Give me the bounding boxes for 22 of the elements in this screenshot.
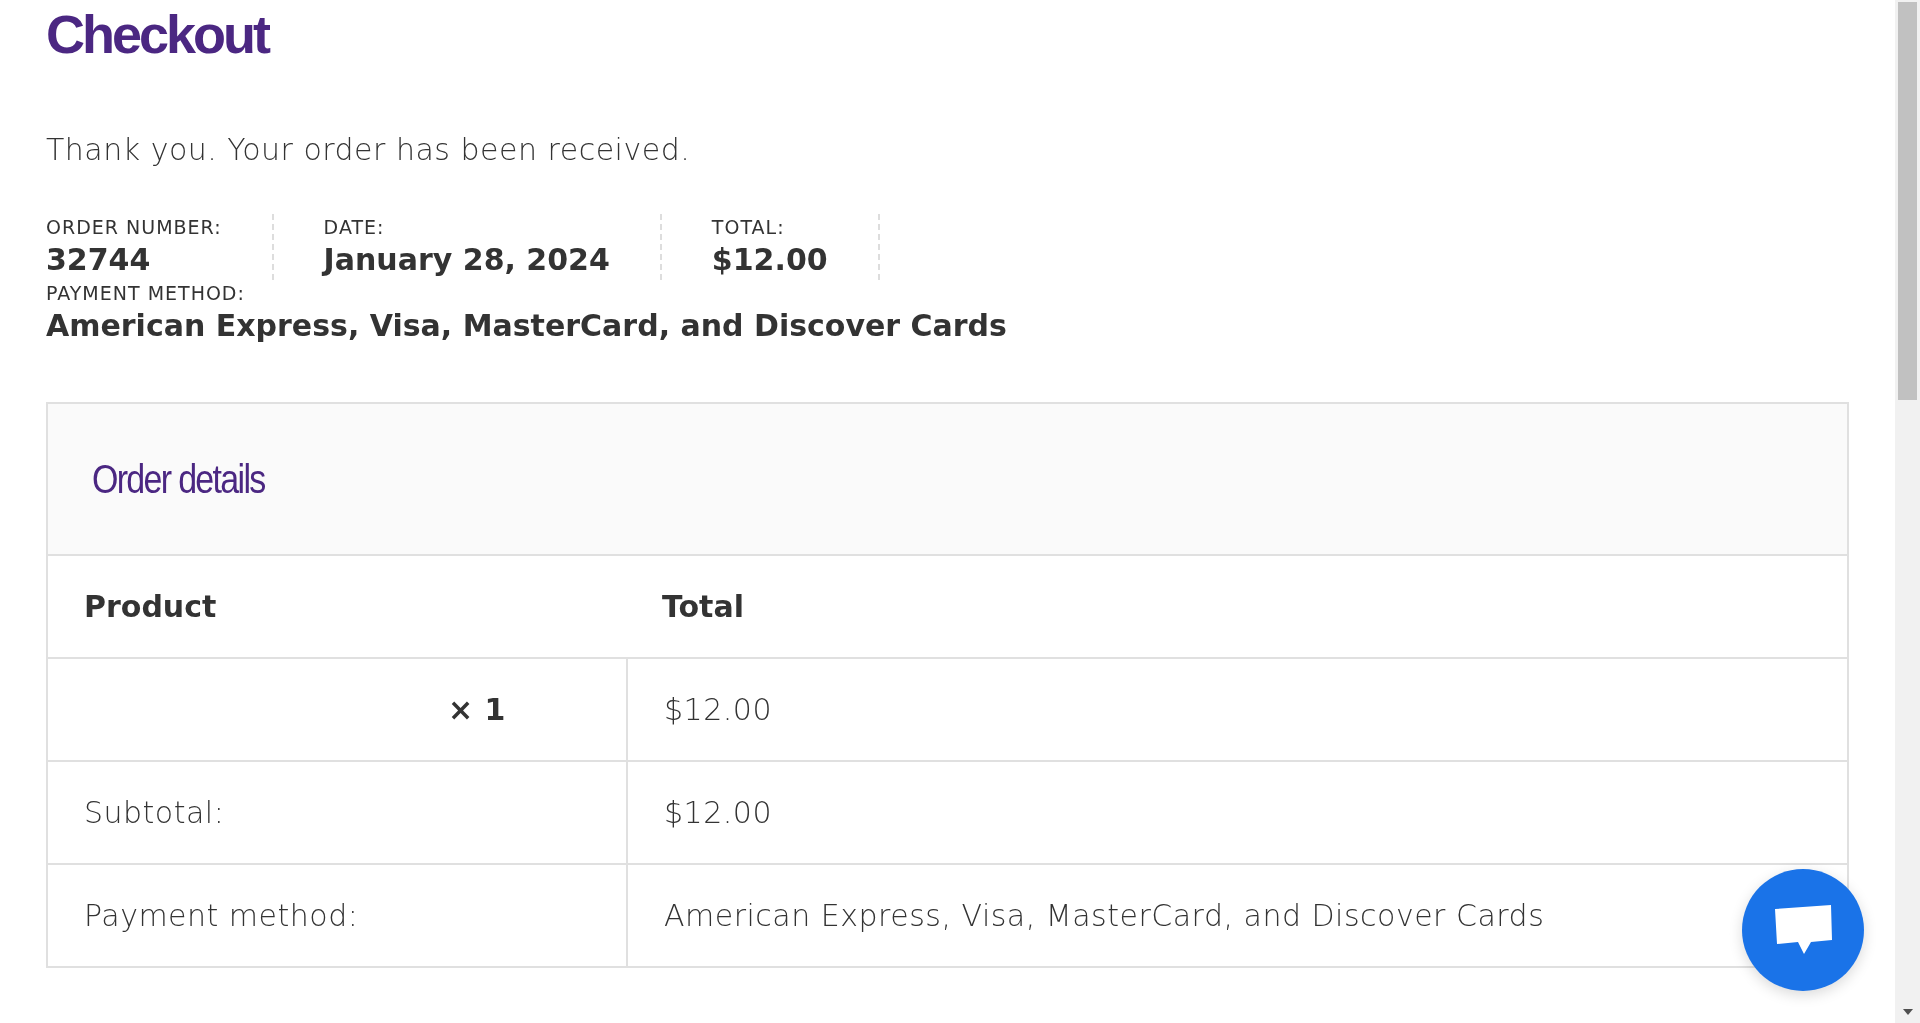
overview-label: DATE: xyxy=(323,215,385,240)
scroll-down-icon[interactable] xyxy=(1902,1009,1913,1015)
overview-value: January 28, 2024 xyxy=(323,241,610,279)
scrollbar[interactable] xyxy=(1895,0,1920,1023)
overview-label: PAYMENT METHOD: xyxy=(46,281,245,306)
overview-value: $12.00 xyxy=(711,241,828,279)
scrollbar-thumb[interactable] xyxy=(1898,2,1917,400)
table-cell: $12.00 xyxy=(626,762,1847,863)
overview-value: American Express, Visa, MasterCard, and Discover Cards xyxy=(46,307,1007,345)
overview-label: ORDER NUMBER: xyxy=(46,215,222,240)
order-received-notice: Thank you. Your order has been received. xyxy=(46,131,691,169)
page-title: Checkout xyxy=(46,4,269,64)
section-title: Order details xyxy=(92,456,265,502)
column-header: Product xyxy=(83,588,218,626)
table-cell-text: Payment method: xyxy=(83,897,360,935)
chat-bubble-icon xyxy=(1773,904,1833,956)
table-cell: $12.00 xyxy=(626,659,1847,760)
overview-label: TOTAL: xyxy=(711,215,785,240)
table-cell-text: Subtotal: xyxy=(83,794,226,832)
overview-value: 32744 xyxy=(46,241,151,279)
table-cell-text: × 1 xyxy=(447,691,507,729)
column-header: Total xyxy=(661,588,745,626)
